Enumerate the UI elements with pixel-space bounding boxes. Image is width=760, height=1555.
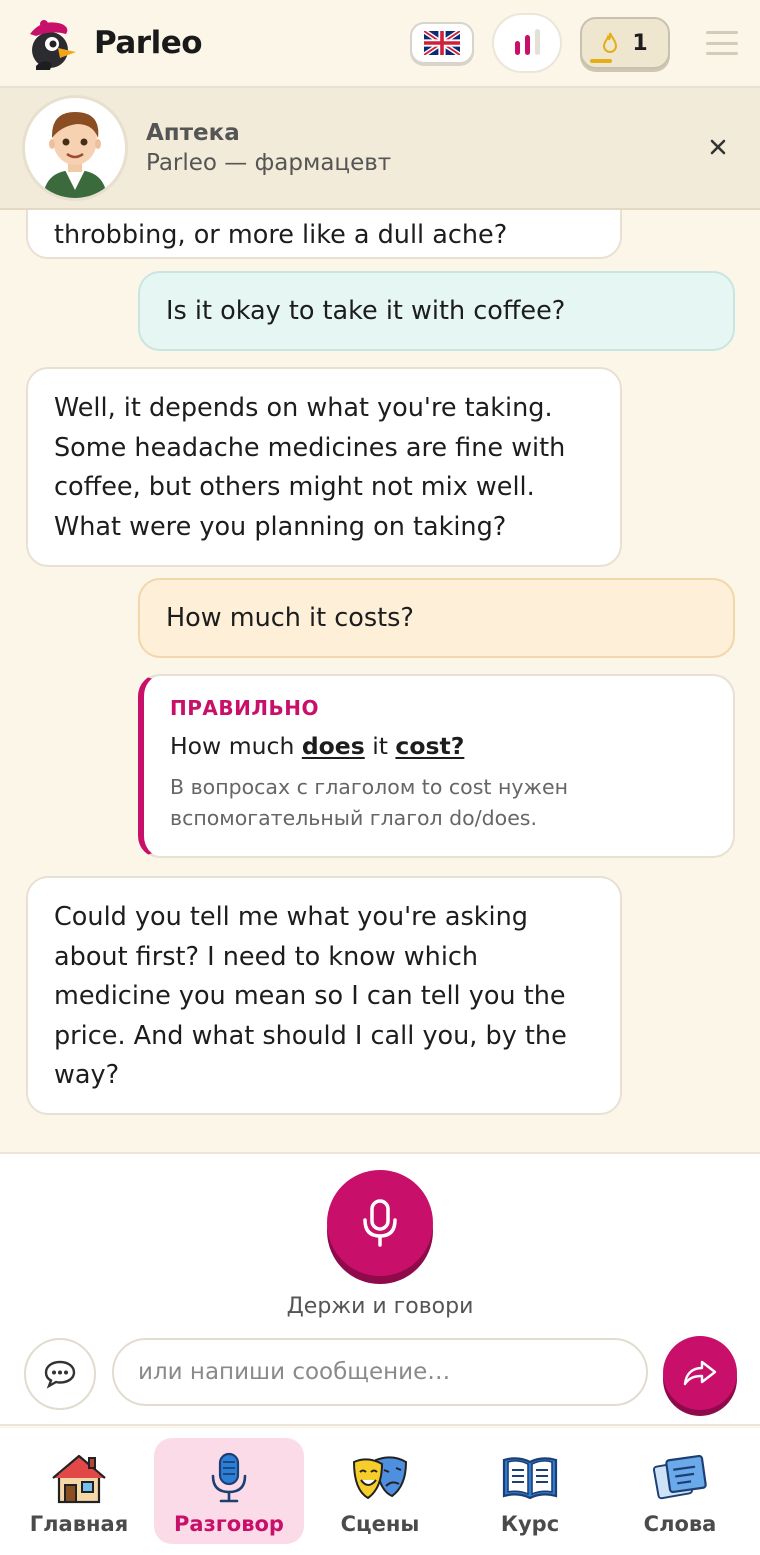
logo[interactable]: Parleo — [22, 14, 203, 72]
close-icon — [710, 139, 726, 155]
uk-flag-icon — [424, 31, 460, 55]
menu-line — [706, 41, 738, 45]
word-cards-icon — [652, 1454, 707, 1500]
level-bar-icon — [514, 41, 520, 55]
corrected-highlight: does — [301, 732, 365, 760]
bot-message: Well, it depends on what you're taking. … — [26, 367, 622, 567]
corrected-highlight: cost? — [395, 732, 465, 760]
house-icon — [52, 1454, 106, 1504]
bottom-navigation: Главная Разговор Сцены Курс Слова — [0, 1428, 760, 1555]
nav-label: Главная — [29, 1512, 129, 1536]
nav-item-words[interactable]: Слова — [605, 1438, 755, 1544]
user-message: Is it okay to take it with coffee? — [138, 271, 735, 351]
flame-icon — [603, 32, 618, 53]
user-message-with-error: How much it costs? — [138, 578, 735, 658]
bot-message: Could you tell me what you're asking abo… — [26, 876, 622, 1115]
level-button[interactable] — [492, 13, 562, 73]
menu-line — [706, 31, 738, 34]
streak-button[interactable]: 1 — [580, 17, 670, 69]
send-arrow-icon — [683, 1360, 717, 1386]
bot-message-text: Well, it depends on what you're taking. … — [54, 393, 566, 542]
menu-button[interactable] — [706, 31, 738, 55]
hold-to-talk-button[interactable] — [327, 1170, 433, 1276]
app-name: Parleo — [94, 25, 203, 61]
correction-explanation: В вопросах с глаголом to cost нужен вспо… — [170, 775, 568, 830]
scenario-bar: Аптека Parleo — фармацевт — [0, 88, 760, 210]
text-chat-toggle-button[interactable] — [24, 1338, 96, 1410]
nav-label: Разговор — [174, 1512, 284, 1536]
menu-line — [706, 52, 738, 55]
nav-item-scenes[interactable]: Сцены — [305, 1438, 455, 1544]
streak-progress — [590, 59, 612, 63]
bot-message-text: throbbing, or more like a dull ache? — [54, 220, 508, 250]
theater-masks-icon — [352, 1456, 408, 1500]
level-bar-icon — [524, 35, 530, 55]
close-scenario-button[interactable] — [710, 132, 726, 162]
bot-message-text: Could you tell me what you're asking abo… — [54, 902, 567, 1090]
hold-to-talk-label: Держи и говори — [286, 1294, 474, 1319]
corrected-part: it — [364, 732, 396, 760]
grammar-correction-card: ПРАВИЛЬНО How much does it cost? В вопро… — [138, 674, 735, 858]
language-button[interactable] — [410, 22, 474, 64]
user-message-text: Is it okay to take it with coffee? — [166, 296, 566, 326]
streak-count: 1 — [632, 30, 648, 56]
scenario-title: Аптека — [146, 120, 240, 146]
nav-item-course[interactable]: Курс — [455, 1438, 605, 1544]
level-bar-icon — [534, 29, 540, 55]
microphone-icon — [211, 1452, 247, 1503]
nav-label: Сцены — [340, 1512, 420, 1536]
message-input[interactable] — [112, 1338, 648, 1406]
pharmacist-face-icon — [43, 112, 107, 198]
microphone-icon — [363, 1199, 397, 1247]
corrected-sentence: How much does it cost? — [170, 732, 707, 760]
nav-label: Слова — [643, 1512, 717, 1536]
correction-label: ПРАВИЛЬНО — [170, 696, 319, 720]
pharmacist-avatar — [22, 95, 128, 201]
scenario-subtitle: Parleo — фармацевт — [146, 150, 392, 176]
bot-message: throbbing, or more like a dull ache? — [26, 210, 622, 259]
app-header: Parleo 1 — [0, 0, 760, 88]
send-button[interactable] — [663, 1336, 737, 1410]
speech-bubble-icon — [44, 1360, 76, 1389]
voice-input-panel: Держи и говори — [0, 1152, 760, 1426]
nav-item-conversation[interactable]: Разговор — [154, 1438, 304, 1544]
user-message-text: How much it costs? — [166, 603, 414, 633]
chat-thread[interactable]: throbbing, or more like a dull ache? Is … — [0, 210, 760, 1152]
parrot-mascot-icon — [30, 20, 76, 70]
corrected-part: How much — [170, 732, 302, 760]
nav-item-home[interactable]: Главная — [4, 1438, 154, 1544]
nav-label: Курс — [500, 1512, 560, 1536]
open-book-icon — [502, 1457, 558, 1500]
